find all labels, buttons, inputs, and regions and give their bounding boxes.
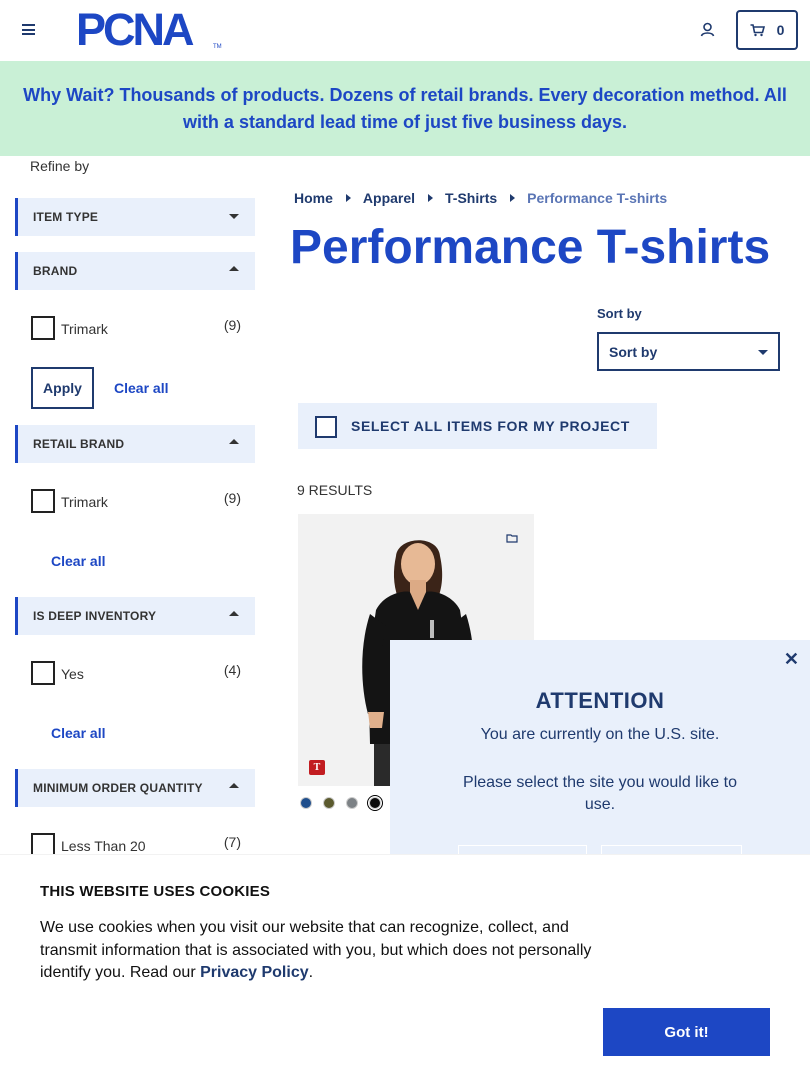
pcna-logo[interactable]: PCNA TM [76, 10, 224, 50]
checkbox[interactable] [31, 661, 55, 685]
promo-banner: Why Wait? Thousands of products. Dozens … [0, 61, 810, 156]
select-all-items[interactable]: SELECT ALL ITEMS FOR MY PROJECT [298, 403, 657, 449]
caret-up-icon [229, 266, 239, 271]
cookie-text: We use cookies when you visit our websit… [40, 917, 610, 985]
color-swatch[interactable] [323, 797, 335, 809]
modal-message: You are currently on the U.S. site. [480, 726, 720, 743]
option-label: Trimark [61, 321, 108, 337]
facet-label: BRAND [33, 264, 78, 278]
trimark-brand-badge: T [309, 760, 325, 775]
brand-option-trimark[interactable]: Trimark (9) [31, 316, 241, 340]
retail-brand-option-trimark[interactable]: Trimark (9) [31, 489, 241, 513]
option-label: Less Than 20 [61, 838, 146, 854]
refine-label: Refine by [30, 158, 90, 174]
close-icon[interactable]: ✕ [784, 649, 799, 670]
caret-up-icon [229, 611, 239, 616]
breadcrumb-t-shirts[interactable]: T-Shirts [445, 190, 497, 206]
promo-text: Why Wait? Thousands of products. Dozens … [23, 84, 787, 132]
modal-title: ATTENTION [535, 688, 665, 713]
facet-brand[interactable]: BRAND [15, 252, 255, 290]
cookie-body: We use cookies when you visit our websit… [40, 919, 592, 981]
select-all-label: SELECT ALL ITEMS FOR MY PROJECT [351, 418, 630, 434]
cart-button[interactable]: 0 [736, 10, 798, 50]
sort-label: Sort by [597, 306, 642, 321]
site-selection-modal: ✕ ATTENTION You are currently on the U.S… [390, 640, 810, 875]
color-swatch[interactable] [346, 797, 358, 809]
results-count: 9 RESULTS [297, 482, 373, 498]
cart-icon [750, 23, 765, 36]
checkbox[interactable] [31, 316, 55, 340]
facet-minimum-order-quantity[interactable]: MINIMUM ORDER QUANTITY [15, 769, 255, 807]
caret-up-icon [229, 439, 239, 444]
facet-deep-inventory[interactable]: IS DEEP INVENTORY [15, 597, 255, 635]
facet-label: RETAIL BRAND [33, 437, 125, 451]
sort-selected-value: Sort by [609, 343, 658, 360]
color-swatch[interactable] [300, 797, 312, 809]
logo-text: PCNA [76, 10, 194, 50]
retail-brand-clear-all-link[interactable]: Clear all [51, 553, 105, 569]
sort-dropdown[interactable]: Sort by [597, 332, 780, 371]
facet-retail-brand[interactable]: RETAIL BRAND [15, 425, 255, 463]
color-swatches [300, 797, 381, 809]
cart-count: 0 [776, 22, 785, 38]
option-label: Yes [61, 666, 84, 682]
breadcrumb: Home Apparel T-Shirts Performance T-shir… [294, 190, 667, 206]
caret-up-icon [229, 783, 239, 788]
breadcrumb-current: Performance T-shirts [527, 190, 668, 206]
breadcrumb-separator-icon [510, 194, 516, 202]
breadcrumb-apparel[interactable]: Apparel [363, 190, 415, 206]
folder-icon[interactable] [506, 532, 518, 544]
got-it-button[interactable]: Got it! [603, 1008, 770, 1056]
option-count: (9) [223, 490, 241, 506]
breadcrumb-separator-icon [428, 194, 434, 202]
cookie-end: . [308, 964, 314, 981]
apply-button[interactable]: Apply [31, 367, 94, 409]
checkbox[interactable] [31, 489, 55, 513]
page-title: Performance T-shirts [290, 221, 771, 274]
select-all-checkbox[interactable] [315, 416, 337, 438]
cookie-banner: THIS WEBSITE USES COOKIES We use cookies… [0, 854, 810, 1080]
deep-inventory-clear-all-link[interactable]: Clear all [51, 725, 105, 741]
option-label: Trimark [61, 494, 108, 510]
facet-item-type[interactable]: ITEM TYPE [15, 198, 255, 236]
modal-message-2: Please select the site you would like to… [463, 774, 737, 813]
deep-inventory-option-yes[interactable]: Yes (4) [31, 661, 241, 685]
caret-down-icon [229, 214, 239, 219]
site-header: PCNA TM 0 [0, 0, 810, 61]
menu-icon[interactable] [22, 24, 35, 35]
facet-label: MINIMUM ORDER QUANTITY [33, 781, 203, 795]
option-count: (4) [223, 662, 241, 678]
option-count: (9) [223, 317, 241, 333]
chevron-down-icon [758, 350, 768, 355]
logo-trademark: TM [213, 44, 222, 50]
brand-clear-all-link[interactable]: Clear all [114, 380, 168, 396]
breadcrumb-home[interactable]: Home [294, 190, 333, 206]
facet-label: IS DEEP INVENTORY [33, 609, 157, 623]
facet-label: ITEM TYPE [33, 210, 99, 224]
option-count: (7) [223, 834, 241, 850]
account-icon[interactable] [699, 21, 716, 38]
cookie-title: THIS WEBSITE USES COOKIES [40, 883, 271, 900]
breadcrumb-separator-icon [345, 194, 351, 202]
color-swatch[interactable] [369, 797, 381, 809]
privacy-policy-link[interactable]: Privacy Policy [200, 964, 309, 981]
